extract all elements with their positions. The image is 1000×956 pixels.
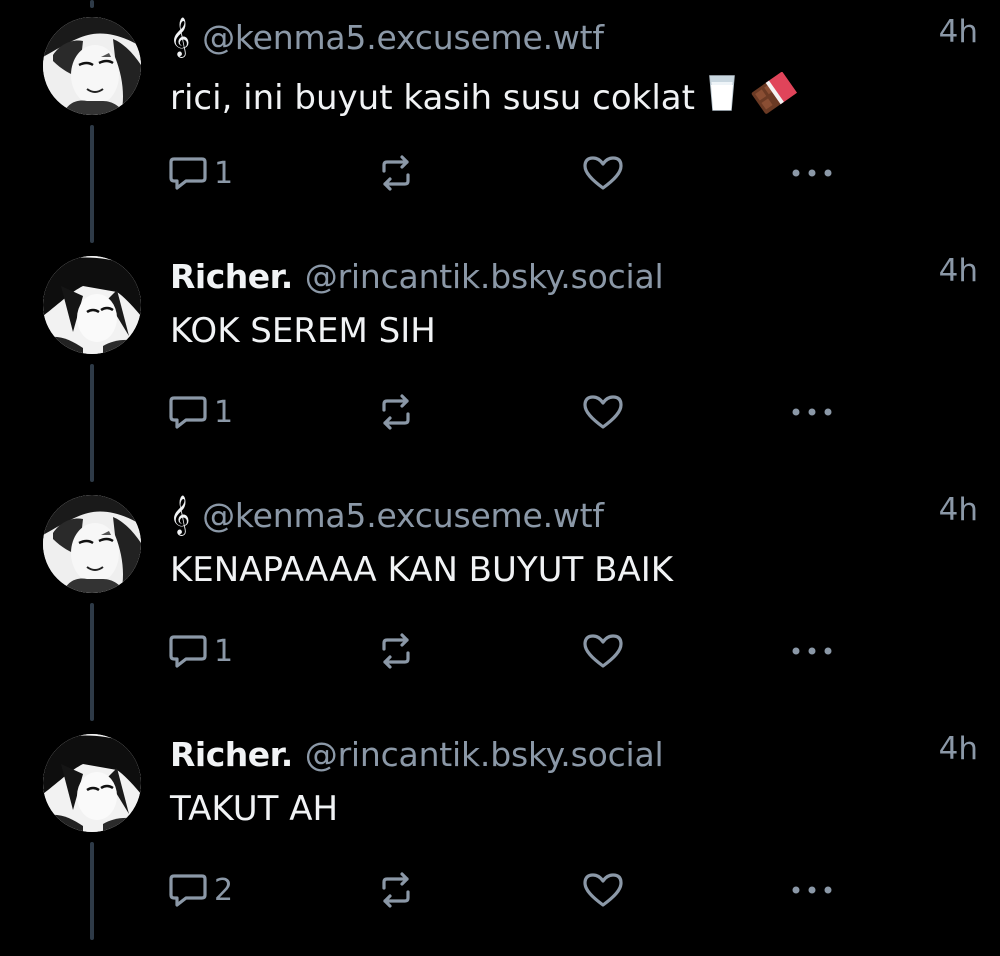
kenma-avatar-image <box>43 17 141 115</box>
reply-count: 1 <box>214 155 234 191</box>
reply-icon <box>169 157 207 190</box>
treble-clef-icon: 𝄞 <box>170 495 191 535</box>
post[interactable]: 𝄞 @kenma5.excuseme.wtf 4h KENAPAAAA KAN … <box>0 478 1000 717</box>
post-time[interactable]: 4h <box>939 731 978 767</box>
repost-icon <box>382 872 410 908</box>
post-text-content: TAKUT AH <box>170 789 339 829</box>
repost-button[interactable] <box>376 626 416 676</box>
like-button[interactable] <box>582 626 624 676</box>
post-header: Richer. @rincantik.bsky.social <box>170 729 664 779</box>
repost-button[interactable] <box>376 865 416 915</box>
post-text: rici, ini buyut kasih susu coklat <box>170 71 799 123</box>
post-text-content: KOK SEREM SIH <box>170 311 436 351</box>
avatar[interactable] <box>43 17 141 115</box>
reply-button[interactable]: 2 <box>168 865 233 915</box>
repost-icon <box>382 394 410 430</box>
heart-icon <box>583 156 623 190</box>
avatar[interactable] <box>43 495 141 593</box>
heart-icon <box>583 395 623 429</box>
ellipsis-icon <box>792 886 832 894</box>
author-handle[interactable]: @rincantik.bsky.social <box>305 257 664 296</box>
repost-icon <box>382 155 410 191</box>
ellipsis-icon <box>792 408 832 416</box>
treble-clef-icon: 𝄞 <box>170 17 191 57</box>
chocolate-bar-icon <box>749 71 799 123</box>
reply-button[interactable]: 1 <box>168 626 233 676</box>
heart-icon <box>583 873 623 907</box>
post[interactable]: Richer. @rincantik.bsky.social 4h TAKUT … <box>0 717 1000 956</box>
avatar[interactable] <box>43 734 141 832</box>
richer-avatar-image <box>43 256 141 354</box>
author-handle[interactable]: @rincantik.bsky.social <box>305 735 664 774</box>
reply-icon <box>169 396 207 429</box>
more-options-button[interactable] <box>790 865 834 915</box>
reply-count: 1 <box>214 394 234 430</box>
post-actions: 2 <box>0 865 1000 915</box>
post-text-content: rici, ini buyut kasih susu coklat <box>170 77 695 118</box>
repost-icon <box>382 633 410 669</box>
like-button[interactable] <box>582 865 624 915</box>
post-time[interactable]: 4h <box>939 253 978 289</box>
post-actions: 1 <box>0 148 1000 198</box>
ellipsis-icon <box>792 169 832 177</box>
post-text-content: KENAPAAAA KAN BUYUT BAIK <box>170 550 674 590</box>
heart-icon <box>583 634 623 668</box>
ellipsis-icon <box>792 647 832 655</box>
more-options-button[interactable] <box>790 148 834 198</box>
post[interactable]: Richer. @rincantik.bsky.social 4h KOK SE… <box>0 239 1000 478</box>
more-options-button[interactable] <box>790 387 834 437</box>
glass-of-milk-icon <box>705 73 739 122</box>
post-time[interactable]: 4h <box>939 14 978 50</box>
reply-thread: 𝄞 @kenma5.excuseme.wtf 4h rici, ini buyu… <box>0 0 1000 940</box>
post-text: TAKUT AH <box>170 789 338 829</box>
post-header: 𝄞 @kenma5.excuseme.wtf <box>170 490 604 540</box>
post-actions: 1 <box>0 387 1000 437</box>
richer-avatar-image <box>43 734 141 832</box>
reply-button[interactable]: 1 <box>168 148 233 198</box>
reply-icon <box>169 874 207 907</box>
post-time[interactable]: 4h <box>939 492 978 528</box>
author-display-name[interactable]: Richer. <box>170 735 293 774</box>
post-header: Richer. @rincantik.bsky.social <box>170 251 664 301</box>
author-handle[interactable]: @kenma5.excuseme.wtf <box>202 18 604 57</box>
more-options-button[interactable] <box>790 626 834 676</box>
like-button[interactable] <box>582 387 624 437</box>
author-display-name[interactable]: Richer. <box>170 257 293 296</box>
post-actions: 1 <box>0 626 1000 676</box>
avatar[interactable] <box>43 256 141 354</box>
reply-icon <box>169 635 207 668</box>
author-handle[interactable]: @kenma5.excuseme.wtf <box>202 496 604 535</box>
repost-button[interactable] <box>376 387 416 437</box>
post-text: KENAPAAAA KAN BUYUT BAIK <box>170 550 673 590</box>
reply-count: 2 <box>214 872 234 908</box>
post-text: KOK SEREM SIH <box>170 311 436 351</box>
kenma-avatar-image <box>43 495 141 593</box>
reply-count: 1 <box>214 633 234 669</box>
post[interactable]: 𝄞 @kenma5.excuseme.wtf 4h rici, ini buyu… <box>0 0 1000 239</box>
reply-button[interactable]: 1 <box>168 387 233 437</box>
repost-button[interactable] <box>376 148 416 198</box>
like-button[interactable] <box>582 148 624 198</box>
post-header: 𝄞 @kenma5.excuseme.wtf <box>170 12 604 62</box>
